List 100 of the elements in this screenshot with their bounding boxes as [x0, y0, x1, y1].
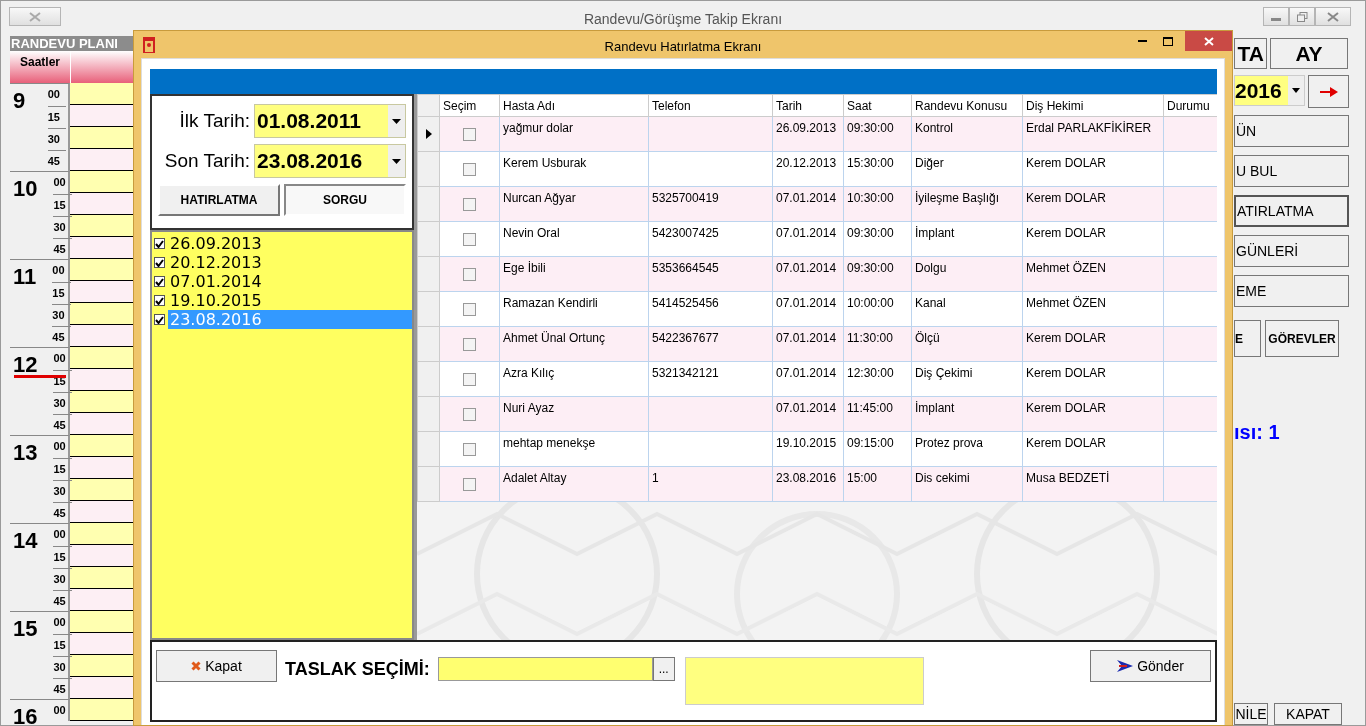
restore-button[interactable] [1289, 7, 1315, 26]
time-slot[interactable] [70, 215, 134, 237]
column-header[interactable]: Durumu [1163, 94, 1217, 117]
close-button[interactable] [1315, 7, 1351, 26]
row-header [417, 256, 440, 292]
checkbox[interactable] [154, 238, 165, 249]
table-cell: Kerem Usburak [503, 156, 587, 170]
time-slot[interactable] [70, 193, 134, 215]
time-slot[interactable] [70, 369, 134, 391]
row-header [417, 186, 440, 222]
menu-button[interactable]: ATIRLATMA [1234, 195, 1349, 227]
column-header[interactable]: Hasta Adı [499, 94, 649, 117]
task-button[interactable]: E [1234, 320, 1261, 357]
next-button[interactable] [1308, 75, 1349, 108]
close-button[interactable] [1185, 31, 1232, 51]
menu-button[interactable]: U BUL [1234, 155, 1349, 187]
time-slot[interactable] [70, 545, 134, 567]
checkbox[interactable] [463, 408, 476, 422]
checkbox[interactable] [154, 257, 165, 268]
time-slot[interactable] [70, 655, 134, 677]
view-button[interactable]: AY [1270, 38, 1348, 69]
checkbox[interactable] [154, 295, 165, 306]
checkbox[interactable] [463, 163, 476, 177]
checkbox[interactable] [463, 338, 476, 352]
time-slot[interactable] [70, 589, 134, 611]
checkbox[interactable] [463, 268, 476, 282]
column-header[interactable]: Randevu Konusu [911, 94, 1023, 117]
task-button[interactable]: GÖREVLER [1265, 320, 1339, 357]
time-slot[interactable] [70, 259, 134, 281]
column-header[interactable]: Diş Hekimi [1022, 94, 1164, 117]
menu-button[interactable]: GÜNLERİ [1234, 235, 1349, 267]
minute-label: 15 [53, 462, 67, 477]
time-slot[interactable] [70, 105, 134, 127]
checkbox[interactable] [463, 478, 476, 492]
menu-button[interactable]: EME [1234, 275, 1349, 307]
column-header[interactable]: Seçim [439, 94, 500, 117]
action-button[interactable]: KAPAT [1274, 703, 1342, 725]
table-cell: 5423007425 [652, 226, 719, 240]
time-slot[interactable] [70, 633, 134, 655]
template-field[interactable] [437, 657, 653, 681]
time-slot[interactable] [70, 391, 134, 413]
checkbox[interactable] [154, 276, 165, 287]
check-icon [155, 296, 164, 305]
checkbox[interactable] [463, 128, 476, 142]
time-slot[interactable] [70, 325, 134, 347]
time-slot[interactable] [70, 677, 134, 699]
column-header[interactable]: Saat [843, 94, 912, 117]
time-slot[interactable] [70, 303, 134, 325]
time-slot[interactable] [70, 523, 134, 545]
list-item[interactable]: 07.01.2014 [168, 272, 412, 291]
send-button[interactable]: Gönder [1090, 650, 1211, 682]
year-dropdown[interactable]: 2016 [1234, 75, 1305, 106]
time-slot[interactable] [70, 127, 134, 149]
time-slot[interactable] [70, 501, 134, 523]
date-picker[interactable]: 23.08.2016 [254, 144, 406, 178]
message-field[interactable] [684, 657, 924, 705]
menu-button[interactable]: ÜN [1234, 115, 1349, 147]
checkbox[interactable] [154, 314, 165, 325]
time-slot[interactable] [70, 281, 134, 303]
time-slot[interactable] [70, 347, 134, 369]
table-cell: 20.12.2013 [776, 156, 837, 170]
list-item[interactable]: 26.09.2013 [168, 234, 412, 253]
minute-label: 00 [53, 175, 67, 190]
checkbox[interactable] [463, 373, 476, 387]
date-picker[interactable]: 01.08.2011 [254, 104, 406, 138]
time-slot[interactable] [70, 479, 134, 501]
checkbox[interactable] [463, 443, 476, 457]
time-slot[interactable] [70, 611, 134, 633]
time-slot[interactable] [70, 435, 134, 457]
time-slot[interactable] [70, 237, 134, 259]
time-slot[interactable] [70, 171, 134, 193]
time-slot[interactable] [70, 83, 134, 105]
close-button[interactable]: Kapat [156, 650, 277, 682]
minute-label: 00 [53, 351, 67, 366]
time-slot[interactable] [70, 699, 134, 721]
column-header [71, 51, 134, 83]
time-slot[interactable] [70, 413, 134, 435]
time-slot[interactable] [70, 567, 134, 589]
checkbox[interactable] [463, 198, 476, 212]
time-slot[interactable] [70, 457, 134, 479]
table-cell: Mehmet ÖZEN [1026, 261, 1106, 275]
column-header[interactable]: Telefon [648, 94, 773, 117]
time-slot[interactable] [70, 149, 134, 171]
checkbox[interactable] [463, 233, 476, 247]
table-cell: Erdal PARLAKFİKİRER [1026, 121, 1152, 135]
row-header [417, 361, 440, 397]
action-button[interactable]: NİLE [1234, 703, 1268, 725]
list-item[interactable]: 20.12.2013 [168, 253, 412, 272]
checkbox[interactable] [463, 303, 476, 317]
view-button[interactable]: TA [1234, 38, 1267, 69]
query-button[interactable]: HATIRLATMA [158, 184, 280, 216]
query-button[interactable]: SORGU [284, 184, 406, 216]
arrow-icon [1319, 86, 1338, 97]
table-cell: 09:30:00 [847, 121, 894, 135]
table-cell: 09:30:00 [847, 261, 894, 275]
column-header[interactable]: Tarih [772, 94, 844, 117]
list-item[interactable]: 19.10.2015 [168, 291, 412, 310]
browse-button[interactable]: ... [652, 657, 675, 681]
field-label: TASLAK SEÇİMİ: [285, 658, 430, 681]
hour-label: 9 [12, 87, 27, 115]
